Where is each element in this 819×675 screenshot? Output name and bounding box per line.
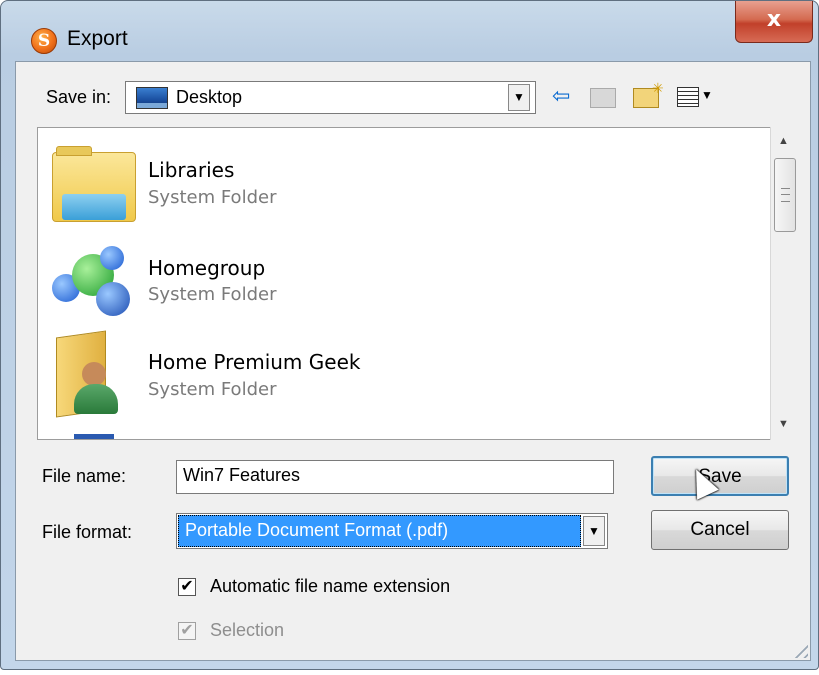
scroll-down-arrow[interactable]: ▼	[778, 418, 789, 430]
file-name-input[interactable]: Win7 Features	[176, 460, 614, 494]
title-bar[interactable]: Export x	[1, 1, 818, 55]
file-format-label: File format:	[42, 522, 133, 542]
view-menu-icon[interactable]	[677, 87, 699, 107]
save-in-dropdown-arrow[interactable]: ▼	[508, 84, 530, 111]
app-logo-icon	[31, 28, 57, 54]
scroll-up-arrow[interactable]: ▲	[778, 135, 789, 147]
libraries-folder-icon	[52, 146, 136, 222]
list-item-type: System Folder	[148, 284, 277, 305]
auto-extension-checkbox[interactable]: ✔	[178, 578, 196, 596]
scroll-grip-icon	[781, 188, 790, 202]
selection-checkbox[interactable]: ✔	[178, 622, 196, 640]
user-folder-icon	[52, 330, 136, 418]
save-in-label: Save in:	[46, 87, 112, 107]
save-button[interactable]: Save	[651, 456, 789, 496]
partial-item-icon	[74, 434, 114, 439]
file-format-selected[interactable]: Portable Document Format (.pdf)	[178, 515, 581, 547]
file-name-label: File name:	[42, 466, 127, 486]
desktop-icon	[136, 87, 168, 109]
save-in-value: Desktop	[176, 87, 243, 107]
homegroup-icon	[52, 246, 136, 318]
list-item-name[interactable]: Homegroup	[148, 256, 265, 280]
list-item-type: System Folder	[148, 187, 277, 208]
list-item-name[interactable]: Libraries	[148, 158, 234, 182]
list-item-type: System Folder	[148, 379, 277, 400]
selection-label: Selection	[210, 620, 285, 640]
cancel-button[interactable]: Cancel	[651, 510, 789, 550]
window-title: Export	[67, 27, 128, 50]
auto-extension-label: Automatic file name extension	[210, 576, 451, 596]
list-item-name[interactable]: Home Premium Geek	[148, 350, 360, 374]
back-arrow-icon[interactable]: ⇦	[552, 83, 570, 109]
new-sparkle-icon: ✳	[652, 80, 664, 96]
file-list[interactable]: Libraries System Folder Homegroup System…	[37, 127, 799, 440]
view-menu-chevron-down-icon[interactable]: ▼	[701, 88, 713, 102]
close-button[interactable]: x	[735, 1, 813, 43]
file-format-chevron-down-icon[interactable]: ▼	[583, 516, 605, 546]
up-folder-icon[interactable]	[590, 88, 616, 108]
